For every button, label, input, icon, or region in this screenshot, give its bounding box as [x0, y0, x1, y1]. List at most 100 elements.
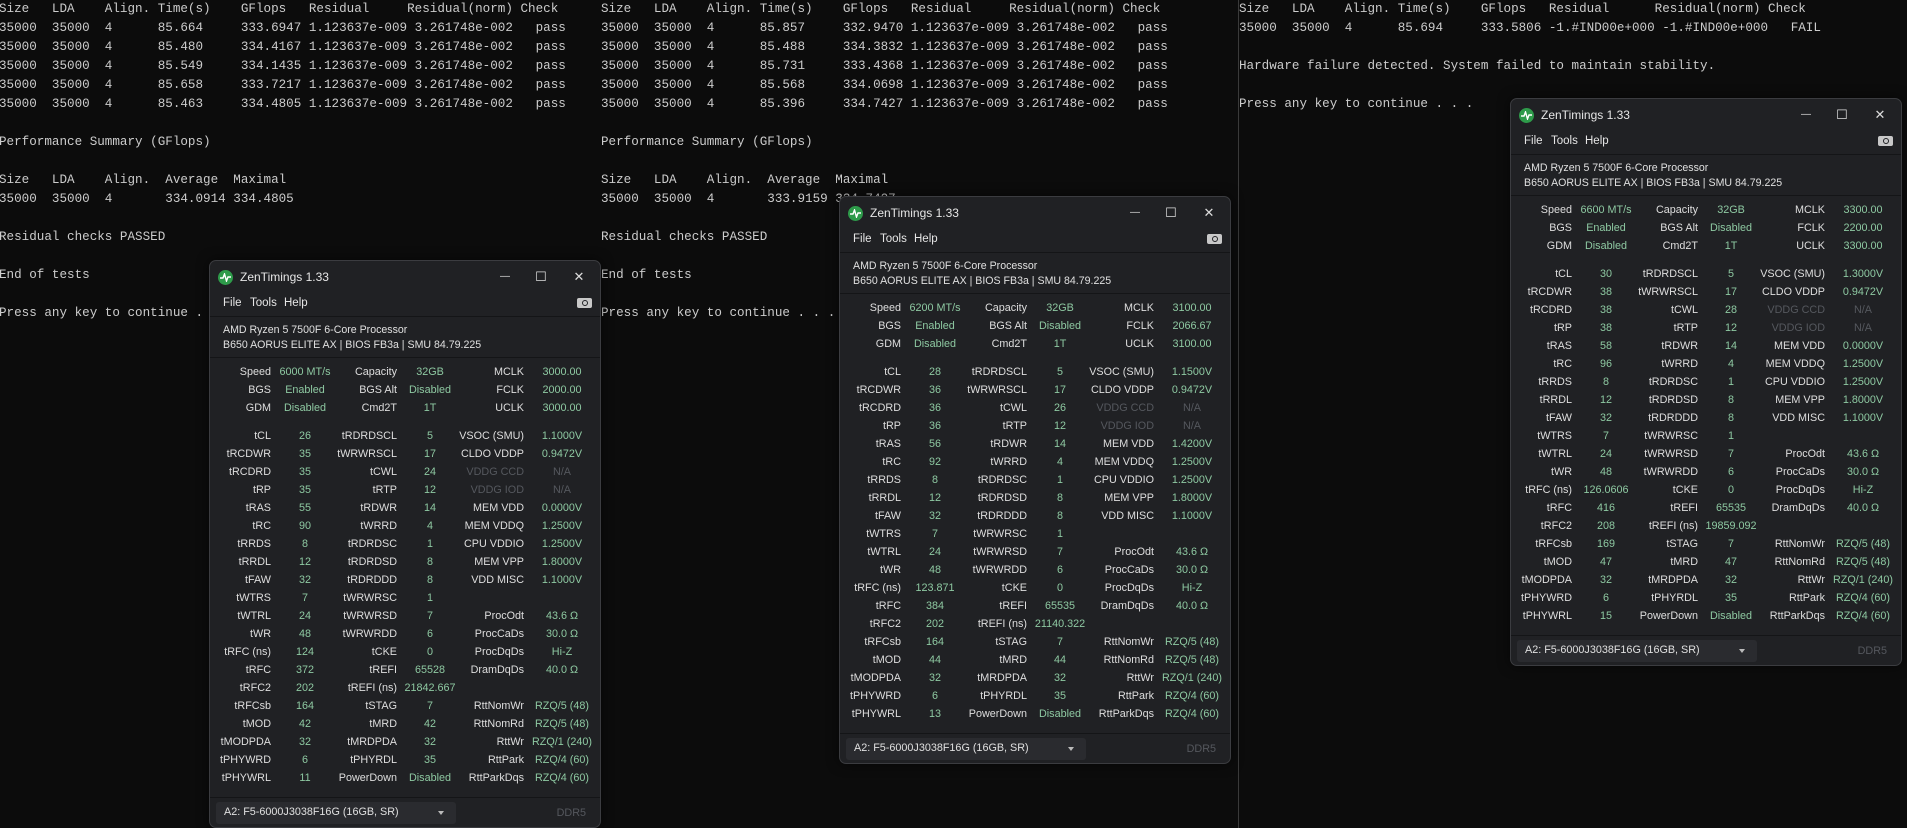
timing-label: tPHYWRD [1521, 592, 1572, 604]
field-label: GDM [1546, 240, 1572, 252]
timing-row: tWTRL 24 tWRWRSD 7 ProcOdt 43.6 Ω [1511, 446, 1901, 464]
timing-label: DramDqDs [1100, 600, 1154, 612]
menu-item-tools[interactable]: Tools [1551, 135, 1578, 147]
timing-value: 416 [1596, 502, 1615, 514]
minimize-icon[interactable]: — [1120, 201, 1150, 225]
timing-label: RttPark [1118, 690, 1154, 702]
field-value: Enabled [1586, 222, 1626, 234]
menu-item-file[interactable]: File [1524, 135, 1543, 147]
timing-value: 1 [426, 592, 433, 604]
timing-row: tRCDWR 35 tWRWRSCL 17 CLDO VDDP 0.9472V [210, 446, 600, 464]
info-row: Speed 6600 MT/s Capacity 32GB MCLK 3300.00 [1511, 202, 1901, 220]
timing-value: 92 [928, 456, 941, 468]
timing-label: CLDO VDDP [1762, 286, 1825, 298]
timing-row: tRP 36 tRTP 12 VDDG IOD N/A [840, 418, 1230, 436]
timing-label: ProcOdt [1114, 546, 1154, 558]
timing-value: N/A [553, 466, 571, 478]
menu-item-help[interactable]: Help [284, 297, 308, 309]
dimm-select[interactable]: A2: F5-6000J3038F16G (16GB, SR) [1517, 640, 1757, 662]
timing-label: tPHYWRL [221, 772, 271, 784]
timing-value: 38 [1599, 322, 1612, 334]
timing-label: VDDG IOD [470, 484, 524, 496]
menu-item-tools[interactable]: Tools [880, 233, 907, 245]
timing-label: tWRWRSD [973, 546, 1027, 558]
timing-value: 8 [1727, 412, 1734, 424]
close-icon[interactable]: ✕ [1194, 201, 1224, 225]
menu-item-file[interactable]: File [223, 297, 242, 309]
timing-label: tRDRDSCL [341, 430, 397, 442]
minimize-icon[interactable]: — [1791, 103, 1821, 127]
maximize-icon[interactable]: ☐ [526, 265, 556, 289]
maximize-icon[interactable]: ☐ [1156, 201, 1186, 225]
timing-label: tREFI (ns) [977, 618, 1027, 630]
timing-value: 1.2500V [1171, 456, 1213, 468]
timing-value: 17 [1053, 384, 1066, 396]
close-icon[interactable]: ✕ [564, 265, 594, 289]
timing-label: MEM VPP [474, 556, 524, 568]
cpu-name: AMD Ryzen 5 7500F 6-Core Processor [223, 324, 408, 336]
timing-value: 8 [426, 556, 433, 568]
timing-label: tRDWR [990, 438, 1027, 450]
timing-value: 1.2500V [541, 520, 583, 532]
timing-row: tRAS 56 tRDWR 14 MEM VDD 1.4200V [840, 436, 1230, 454]
info-row: Speed 6200 MT/s Capacity 32GB MCLK 3100.00 [840, 300, 1230, 318]
timing-value: 7 [1056, 636, 1063, 648]
timing-label: tRFC (ns) [1525, 484, 1572, 496]
maximize-icon[interactable]: ☐ [1827, 103, 1857, 127]
menu-item-tools[interactable]: Tools [250, 297, 277, 309]
info-row: BGS Enabled BGS Alt Disabled FCLK 2200.00 [1511, 220, 1901, 238]
menu-item-help[interactable]: Help [914, 233, 938, 245]
timing-label: tRDRDSD [347, 556, 397, 568]
timing-value: 1.2500V [1842, 358, 1884, 370]
dimm-select[interactable]: A2: F5-6000J3038F16G (16GB, SR) [216, 802, 456, 824]
timing-label: RttWr [1797, 574, 1825, 586]
timing-label: tCWL [1671, 304, 1698, 316]
field-value: 6000 MT/s [279, 366, 331, 378]
timing-value: 7 [931, 528, 938, 540]
timing-value: Disabled [1038, 708, 1081, 720]
timing-value: 12 [423, 484, 436, 496]
timing-value: 8 [426, 574, 433, 586]
timing-value: 44 [1053, 654, 1066, 666]
field-value: 1T [1724, 240, 1738, 252]
menu-item-file[interactable]: File [853, 233, 872, 245]
timing-label: CPU VDDIO [1765, 376, 1825, 388]
timing-value: 36 [928, 384, 941, 396]
menu-item-help[interactable]: Help [1585, 135, 1609, 147]
timing-value: N/A [1854, 322, 1872, 334]
timing-label: tRDRDSCL [1642, 268, 1698, 280]
timing-value: 7 [1602, 430, 1609, 442]
dimm-select-value: A2: F5-6000J3038F16G (16GB, SR) [1525, 644, 1700, 656]
timing-value: 124 [295, 646, 314, 658]
timing-label: VDD MISC [1772, 412, 1825, 424]
timings-grid: tCL 28 tRDRDSCL 5 VSOC (SMU) 1.1500V tRCDWR 36 t… [840, 364, 1230, 724]
info-row: BGS Enabled BGS Alt Disabled FCLK 2000.00 [210, 382, 600, 400]
minimize-icon[interactable]: — [490, 265, 520, 289]
timing-label: tRFC [1546, 502, 1572, 514]
timing-value: 1.8000V [541, 556, 583, 568]
camera-icon[interactable] [1207, 234, 1222, 244]
timing-value: 0.9472V [541, 448, 583, 460]
timing-label: tMOD [872, 654, 901, 666]
timing-label: tWRWRDD [1643, 466, 1698, 478]
timing-value: 15 [1599, 610, 1612, 622]
close-icon[interactable]: ✕ [1865, 103, 1895, 127]
timing-label: tRCDRD [229, 466, 271, 478]
dimm-select[interactable]: A2: F5-6000J3038F16G (16GB, SR) [846, 738, 1086, 760]
console-line: 35000 35000 4 85.694 333.5806 -1.#IND00e… [1239, 21, 1821, 35]
timing-label: VSOC (SMU) [1089, 366, 1154, 378]
console-line: Performance Summary (GFlops) [601, 135, 813, 149]
field-label: MCLK [1124, 302, 1154, 314]
timing-row: tMODPDA 32 tMRDPDA 32 RttWr RZQ/1 (240) [840, 670, 1230, 688]
field-label: UCLK [1125, 338, 1154, 350]
info-row: BGS Enabled BGS Alt Disabled FCLK 2066.67 [840, 318, 1230, 336]
timing-value: 1.8000V [1171, 492, 1213, 504]
timing-value: 42 [423, 718, 436, 730]
timing-label: tMOD [242, 718, 271, 730]
timing-row: tRRDS 8 tRDRDSC 1 CPU VDDIO 1.2500V [1511, 374, 1901, 392]
field-label: BGS [878, 320, 901, 332]
camera-icon[interactable] [1878, 136, 1893, 146]
pulse-icon [848, 206, 863, 221]
camera-icon[interactable] [577, 298, 592, 308]
timing-label: tRCDWR [856, 384, 901, 396]
